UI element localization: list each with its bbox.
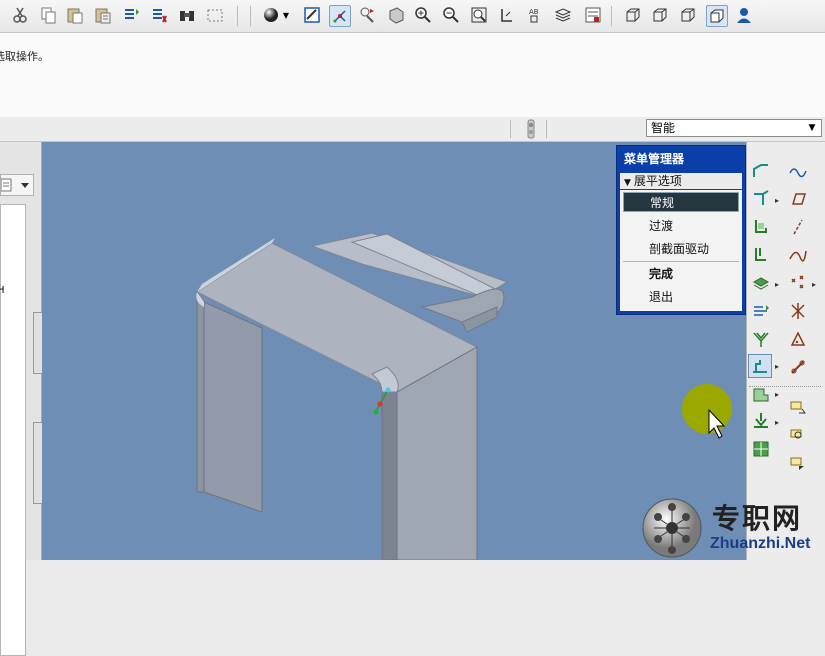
form-icon[interactable] <box>750 410 772 432</box>
message-area <box>0 33 825 118</box>
menu-item-xsec-driven[interactable]: 剖截面驱动 <box>623 239 739 259</box>
shaded-icon[interactable] <box>706 5 728 27</box>
datum-point-icon[interactable] <box>787 328 809 350</box>
filter-select-value: 智能 <box>651 121 676 135</box>
watermark-url: Zhuanzhi.Net <box>710 535 811 552</box>
merge-icon[interactable] <box>750 300 772 322</box>
paste-special-icon[interactable] <box>93 5 113 25</box>
coord-sys-icon[interactable] <box>787 300 809 322</box>
menu-section-header[interactable]: ▼ 展平选项 <box>620 173 742 189</box>
message-text: 选取操作。 <box>0 50 49 63</box>
traffic-light-icon <box>525 119 537 139</box>
menu-manager: 菜单管理器 ▼ 展平选项 常规 过渡 剖截面驱动 完成 退出 <box>616 145 746 315</box>
curve-icon[interactable] <box>787 244 809 266</box>
menu-item-regular[interactable]: 常规 <box>623 192 739 212</box>
no-hidden-icon[interactable] <box>678 5 698 25</box>
edge-rip-icon[interactable] <box>748 354 772 378</box>
tree-item-label: H <box>0 285 5 296</box>
menu-item-quit[interactable]: 退出 <box>623 287 739 307</box>
plane-icon[interactable] <box>787 188 809 210</box>
watermark-title: 专职网 <box>712 502 803 535</box>
flat-pattern-icon[interactable] <box>750 438 772 460</box>
menu-item-transition[interactable]: 过渡 <box>623 216 739 236</box>
sheetmetal-wall-icon[interactable] <box>750 160 772 182</box>
paste-icon[interactable] <box>65 5 85 25</box>
copy-icon[interactable] <box>38 5 58 25</box>
point-icon[interactable] <box>787 272 809 294</box>
repaint-icon[interactable] <box>302 5 322 25</box>
menu-item-done[interactable]: 完成 <box>623 264 739 284</box>
menu-body: 常规 过渡 剖截面驱动 完成 退出 <box>620 190 742 311</box>
spin-center-icon[interactable] <box>329 5 351 27</box>
saved-views-icon[interactable] <box>386 5 406 25</box>
flange-icon[interactable] <box>750 188 772 210</box>
filter-select[interactable]: 智能 ▼ <box>646 119 822 137</box>
watermark: 专职网 Zhuanzhi.Net <box>640 495 825 560</box>
main-toolbar: ▼ AB <box>0 0 825 33</box>
punch-icon[interactable] <box>787 424 809 446</box>
chevron-down-icon[interactable]: ▼ <box>281 5 291 25</box>
unbend-icon[interactable] <box>750 244 772 266</box>
svg-text:AB: AB <box>529 8 539 16</box>
extrude-wall-icon[interactable] <box>750 216 772 238</box>
navigator-panel: H <box>0 142 43 656</box>
hidden-line-icon[interactable] <box>650 5 670 25</box>
shading-sphere-icon[interactable] <box>261 5 281 25</box>
bend-icon[interactable] <box>750 272 772 294</box>
datum-axes-icon[interactable]: AB <box>526 5 546 25</box>
find-icon[interactable] <box>177 5 197 25</box>
user-icon[interactable] <box>734 5 754 25</box>
menu-section-label: 展平选项 <box>633 174 682 188</box>
weld-icon[interactable] <box>787 452 809 474</box>
zoom-out-icon[interactable] <box>441 5 461 25</box>
datum-planes-icon[interactable] <box>497 5 517 25</box>
layers-icon[interactable] <box>553 5 573 25</box>
model-tree-icon[interactable] <box>583 5 603 25</box>
axis-icon[interactable] <box>787 216 809 238</box>
menu-manager-title: 菜单管理器 <box>624 152 685 166</box>
orient-icon[interactable] <box>358 5 378 25</box>
model-tree[interactable]: H <box>0 204 26 656</box>
triangle-down-icon: ▼ <box>624 178 631 188</box>
zoom-in-icon[interactable] <box>413 5 433 25</box>
refit-icon[interactable] <box>469 5 489 25</box>
show-menu-button[interactable] <box>0 174 34 196</box>
select-box-icon[interactable] <box>205 5 225 25</box>
cut-icon[interactable] <box>10 5 30 25</box>
flatten-icon[interactable] <box>750 328 772 350</box>
note-icon[interactable] <box>787 396 809 418</box>
regenerate-manager-icon[interactable] <box>149 5 169 25</box>
analysis-icon[interactable] <box>787 356 809 378</box>
regenerate-icon[interactable] <box>121 5 141 25</box>
curve-1-icon[interactable] <box>787 160 809 182</box>
wireframe-icon[interactable] <box>623 5 643 25</box>
chevron-down-icon[interactable]: ▼ <box>805 120 819 136</box>
